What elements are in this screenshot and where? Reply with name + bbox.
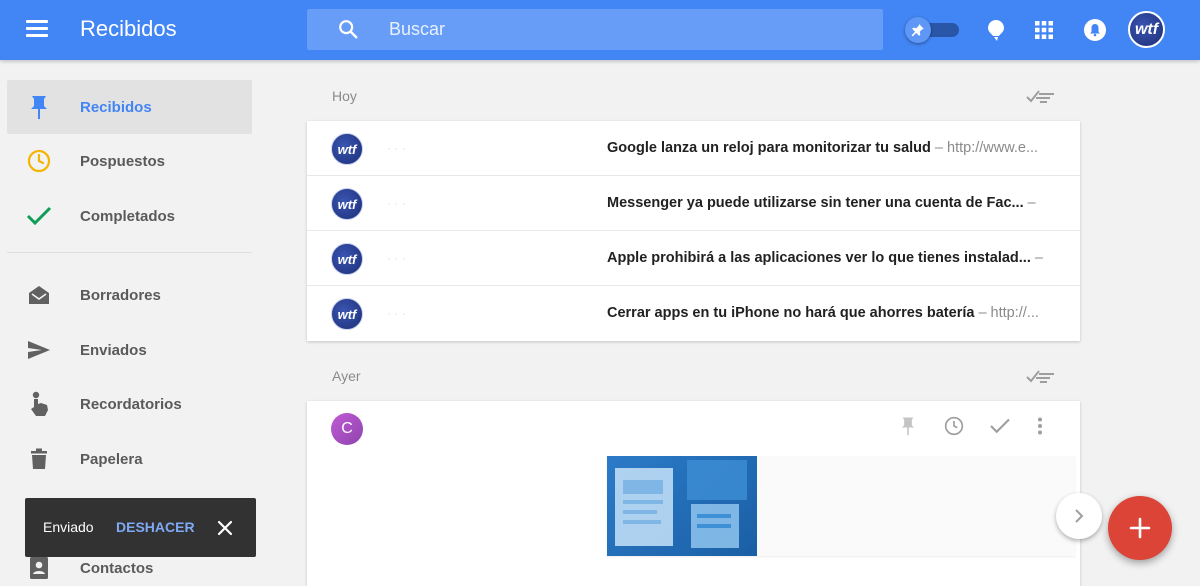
sidebar-item-completados[interactable]: Completados xyxy=(7,189,252,243)
email-subject: Google lanza un reloj para monitorizar t… xyxy=(607,140,931,156)
sidebar-item-label: Completados xyxy=(80,207,176,225)
email-subject: Messenger ya puede utilizarse sin tener … xyxy=(607,195,1024,211)
sender-avatar: wtf xyxy=(331,243,363,275)
sidebar-divider xyxy=(7,252,252,253)
email-row[interactable]: wtf · · · Messenger ya puede utilizarse … xyxy=(307,176,1080,231)
pin-icon xyxy=(25,93,53,121)
email-preview: Cerrar apps en tu iPhone no hará que aho… xyxy=(607,305,1052,321)
email-snippet: – xyxy=(1030,250,1043,266)
sidebar-item-recibidos[interactable]: Recibidos xyxy=(7,80,252,134)
draft-envelope-icon xyxy=(25,281,53,309)
email-subject: Apple prohibirá a las aplicaciones ver l… xyxy=(607,250,1031,266)
undo-button[interactable]: DESHACER xyxy=(116,519,195,535)
email-preview: Google lanza un reloj para monitorizar t… xyxy=(607,140,1052,156)
snooze-clock-icon[interactable] xyxy=(943,415,965,437)
next-arrow-button[interactable] xyxy=(1056,493,1102,539)
sidebar-item-label: Recordatorios xyxy=(80,395,182,413)
chevron-right-icon xyxy=(1075,509,1084,523)
sidebar-item-label: Recibidos xyxy=(80,98,152,116)
pin-icon xyxy=(905,17,931,43)
email-preview: Messenger ya puede utilizarse sin tener … xyxy=(607,195,1052,211)
sender-name-placeholder: · · · xyxy=(387,306,406,320)
sender-avatar: wtf xyxy=(331,298,363,330)
plus-icon xyxy=(1129,517,1151,539)
done-check-icon[interactable] xyxy=(989,415,1011,437)
trash-icon xyxy=(25,445,53,473)
sidebar-item-papelera[interactable]: Papelera xyxy=(7,432,252,486)
section-label-hoy: Hoy xyxy=(332,88,357,104)
pin-icon[interactable] xyxy=(897,415,919,437)
sender-name-placeholder: · · · xyxy=(387,141,406,155)
pinned-toggle[interactable] xyxy=(905,17,959,43)
top-app-bar: Recibidos wtf xyxy=(0,0,1200,60)
sidebar-item-label: Papelera xyxy=(80,450,143,468)
page-title: Recibidos xyxy=(80,16,177,41)
notifications-bell-icon[interactable] xyxy=(1083,18,1107,42)
reminder-hand-icon xyxy=(25,390,53,418)
sweep-done-icon[interactable] xyxy=(1025,366,1055,386)
email-list-card: wtf · · · Google lanza un reloj para mon… xyxy=(307,121,1080,341)
apps-grid-icon[interactable] xyxy=(1032,18,1056,42)
clock-icon xyxy=(25,147,53,175)
section-label-ayer: Ayer xyxy=(332,368,361,384)
sender-name-placeholder: · · · xyxy=(387,251,406,265)
sender-avatar: C xyxy=(331,413,363,445)
sender-name-placeholder: · · · xyxy=(387,196,406,210)
hamburger-menu-icon[interactable] xyxy=(26,20,50,40)
more-vert-icon[interactable] xyxy=(1029,415,1051,437)
search-icon[interactable] xyxy=(337,18,359,40)
email-preview: Apple prohibirá a las aplicaciones ver l… xyxy=(607,250,1052,266)
link-preview[interactable] xyxy=(607,456,1075,556)
account-avatar[interactable]: wtf xyxy=(1128,11,1165,48)
sidebar-item-enviados[interactable]: Enviados xyxy=(7,323,252,377)
sender-avatar: wtf xyxy=(331,188,363,220)
sidebar-item-label: Enviados xyxy=(80,341,147,359)
email-row[interactable]: wtf · · · Google lanza un reloj para mon… xyxy=(307,121,1080,176)
sender-avatar: wtf xyxy=(331,133,363,165)
send-icon xyxy=(25,336,53,364)
check-icon xyxy=(25,202,53,230)
email-snippet: – http://... xyxy=(974,305,1039,321)
sidebar-item-label: Contactos xyxy=(80,559,154,577)
preview-thumbnail xyxy=(607,456,757,556)
close-icon[interactable] xyxy=(215,518,235,538)
lightbulb-icon[interactable] xyxy=(984,18,1008,42)
email-row[interactable]: wtf · · · Apple prohibirá a las aplicaci… xyxy=(307,231,1080,286)
snackbar: Enviado DESHACER xyxy=(25,498,256,557)
email-snippet: – http://www.e... xyxy=(930,140,1039,156)
sidebar-item-pospuestos[interactable]: Pospuestos xyxy=(7,134,252,188)
sidebar-item-recordatorios[interactable]: Recordatorios xyxy=(7,377,252,431)
compose-fab-button[interactable] xyxy=(1108,496,1172,560)
snackbar-message: Enviado xyxy=(43,519,94,535)
email-snippet: – xyxy=(1023,195,1036,211)
expanded-email-card[interactable]: C xyxy=(307,401,1080,586)
contacts-icon xyxy=(25,554,53,582)
search-input[interactable] xyxy=(389,9,869,50)
sidebar-item-label: Pospuestos xyxy=(80,152,166,170)
sidebar-item-label: Borradores xyxy=(80,286,161,304)
email-row[interactable]: wtf · · · Cerrar apps en tu iPhone no ha… xyxy=(307,286,1080,341)
email-subject: Cerrar apps en tu iPhone no hará que aho… xyxy=(607,305,975,321)
sidebar-item-borradores[interactable]: Borradores xyxy=(7,268,252,322)
sweep-done-icon[interactable] xyxy=(1025,86,1055,106)
search-bar[interactable] xyxy=(307,9,883,50)
